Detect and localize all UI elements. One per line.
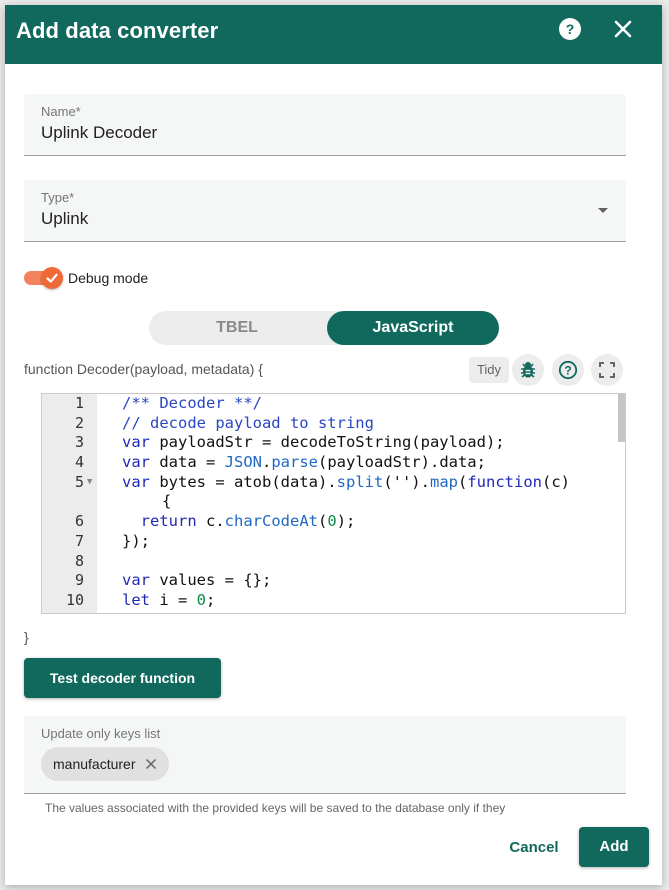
line-number: 7 [74, 531, 84, 550]
name-field-label: Name* [41, 104, 81, 119]
code-line: 7 }); [42, 532, 625, 552]
language-toggle: TBEL JavaScript [149, 311, 499, 345]
code-line: 9 var values = {}; [42, 571, 625, 591]
line-number: 6 [74, 512, 84, 531]
debug-mode-label: Debug mode [68, 270, 149, 286]
editor-scrollbar[interactable] [618, 394, 625, 442]
svg-text:?: ? [566, 21, 575, 37]
code-text: // decode payload to string [122, 413, 374, 432]
line-number: 4 [74, 453, 84, 472]
code-line: 8 [42, 552, 625, 572]
code-text: }); [122, 531, 150, 550]
check-icon[interactable] [41, 267, 63, 289]
keys-hint-text: The values associated with the provided … [45, 801, 506, 815]
update-keys-label: Update only keys list [41, 726, 161, 741]
line-number: 9 [74, 571, 84, 590]
code-text: /** Decoder **/ [122, 394, 262, 412]
code-line: 6 return c.charCodeAt(0); [42, 512, 625, 532]
add-data-converter-dialog: Add data converter ? Name* Uplink Decode… [5, 5, 662, 885]
tab-javascript[interactable]: JavaScript [327, 311, 499, 345]
add-button[interactable]: Add [579, 827, 649, 867]
help-circle-icon[interactable]: ? [557, 16, 583, 42]
type-select[interactable]: Type* Uplink [24, 180, 626, 242]
type-select-value[interactable]: Uplink [41, 209, 88, 229]
code-text: var data = JSON.parse(payloadStr).data; [122, 453, 486, 472]
close-icon[interactable] [610, 16, 636, 42]
code-text: var bytes = atob(data).split('').map(fun… [122, 472, 570, 491]
function-closing-brace: } [24, 629, 29, 645]
code-text: var payloadStr = decodeToString(payload)… [122, 433, 505, 452]
code-text: { [162, 492, 172, 511]
line-number: 1 [74, 394, 84, 412]
line-number: 5 [74, 472, 84, 491]
help-outline-icon[interactable]: ? [552, 354, 584, 386]
svg-text:?: ? [564, 364, 571, 378]
function-signature: function Decoder(payload, metadata) { [24, 361, 263, 377]
code-line: 10 let i = 0; [42, 591, 625, 611]
tab-tbel[interactable]: TBEL [149, 311, 325, 345]
name-field-value[interactable]: Uplink Decoder [41, 123, 157, 143]
fullscreen-icon[interactable] [591, 354, 623, 386]
code-text: return c.charCodeAt(0); [140, 512, 356, 531]
fold-arrow-icon[interactable]: ▼ [87, 473, 92, 493]
dialog-title: Add data converter [16, 18, 219, 43]
dropdown-arrow-icon[interactable] [598, 208, 608, 213]
code-lines[interactable]: 1 /** Decoder **/ 2 // decode payload to… [42, 394, 625, 611]
dialog-header: Add data converter ? [5, 5, 662, 64]
key-chip[interactable]: manufacturer [41, 747, 170, 781]
test-decoder-button[interactable]: Test decoder function [24, 658, 221, 698]
type-select-label: Type* [41, 190, 75, 205]
code-text: var values = {}; [122, 571, 272, 590]
code-line: 3 var payloadStr = decodeToString(payloa… [42, 433, 625, 453]
cancel-button[interactable]: Cancel [500, 835, 568, 861]
key-chip-label: manufacturer [53, 756, 136, 772]
line-number: 8 [74, 551, 84, 570]
line-number: 10 [65, 590, 84, 609]
tidy-button[interactable]: Tidy [469, 357, 509, 383]
code-line: 1 /** Decoder **/ [42, 394, 625, 414]
line-number: 3 [74, 433, 84, 452]
line-number: 2 [74, 413, 84, 432]
bug-icon[interactable] [512, 354, 544, 386]
update-keys-field[interactable]: Update only keys list manufacturer [24, 716, 626, 794]
code-line: 5 ▼ var bytes = atob(data).split('').map… [42, 473, 625, 512]
chip-remove-icon[interactable] [145, 758, 157, 770]
code-line: 4 var data = JSON.parse(payloadStr).data… [42, 453, 625, 473]
name-field[interactable]: Name* Uplink Decoder [24, 94, 626, 156]
code-text: let i = 0; [122, 590, 216, 609]
code-line: 2 // decode payload to string [42, 414, 625, 434]
code-editor[interactable]: 1 /** Decoder **/ 2 // decode payload to… [41, 393, 626, 614]
